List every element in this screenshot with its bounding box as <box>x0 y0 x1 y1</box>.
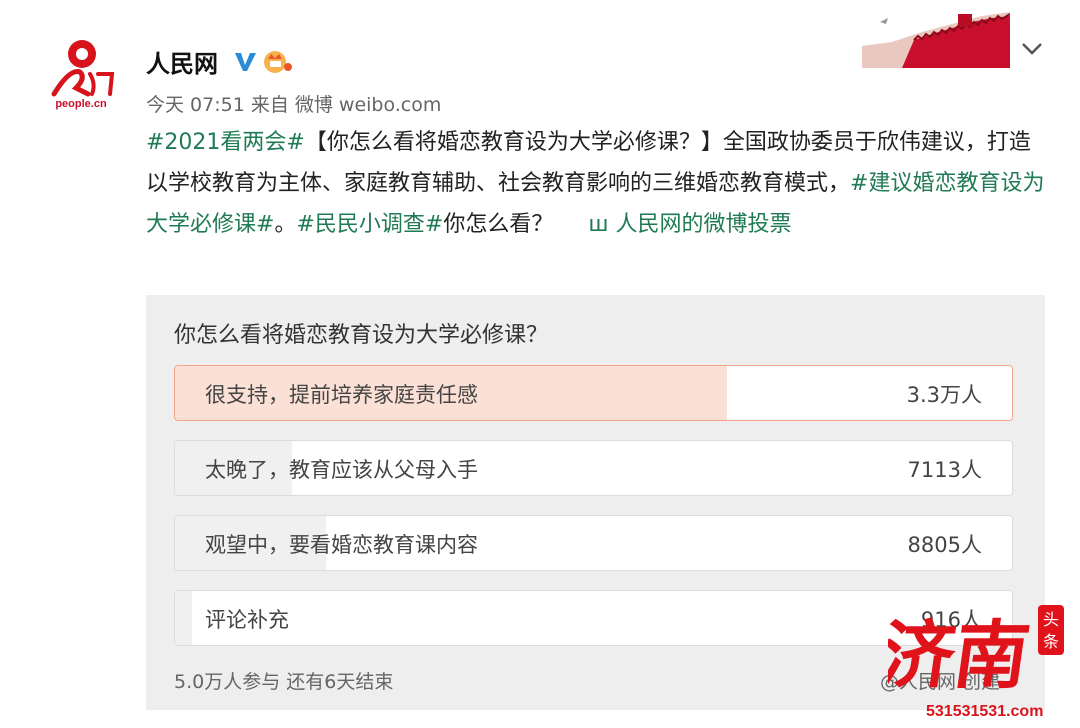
people-logo-icon <box>51 40 115 97</box>
svg-text:济南: 济南 <box>888 611 1035 699</box>
account-name[interactable]: 人民网 <box>146 44 218 79</box>
vote-link-text: 人民网的微博投票 <box>615 212 792 237</box>
post-text: #2021看两会#【你怎么看将婚恋教育设为大学必修课？】全国政协委员于欣伟建议，… <box>146 122 1046 245</box>
vote-option-label: 评论补充 <box>205 608 289 632</box>
vote-option[interactable]: 太晚了，教育应该从父母入手 7113人 <box>174 440 1013 496</box>
vote-option-count: 8805人 <box>907 533 982 557</box>
vote-link[interactable]: ш 人民网的微博投票 <box>588 212 791 237</box>
watermark-graphic-icon: 济南 头 条 <box>875 605 1064 699</box>
post-text-segment: 。 <box>274 212 297 237</box>
topic-link[interactable]: #2021看两会# <box>146 130 305 155</box>
svg-text:头: 头 <box>1043 610 1059 629</box>
vote-option-count: 7113人 <box>907 458 982 482</box>
verified-icon <box>235 53 256 71</box>
vote-link-icon: ш <box>588 212 609 237</box>
vote-question: 你怎么看将婚恋教育设为大学必修课？ <box>174 323 549 348</box>
vote-option[interactable]: 观望中，要看婚恋教育课内容 8805人 <box>174 515 1013 571</box>
vote-option-label: 太晚了，教育应该从父母入手 <box>205 458 478 482</box>
logo-text: people.cn <box>55 98 107 110</box>
post-text-segment: 你怎么看？ <box>443 212 554 237</box>
watermark-logo: 济南 头 条 531531531.com <box>875 603 1078 725</box>
topic-link[interactable]: #民民小调查# <box>296 212 443 237</box>
vote-option-label: 很支持，提前培养家庭责任感 <box>205 383 478 407</box>
vote-option[interactable]: 很支持，提前培养家庭责任感 3.3万人 <box>174 365 1013 421</box>
crown-badge-icon <box>264 51 292 73</box>
great-wall-decoration-icon <box>862 12 1010 68</box>
svg-text:条: 条 <box>1043 632 1059 651</box>
watermark-url: 531531531.com <box>926 703 1044 720</box>
vote-option-count: 3.3万人 <box>906 383 982 407</box>
vote-option-fill <box>175 591 192 645</box>
post-meta: 今天 07:51 来自 微博 weibo.com <box>146 94 442 116</box>
chevron-down-icon[interactable] <box>1018 36 1046 60</box>
vote-option-label: 观望中，要看婚恋教育课内容 <box>205 533 478 557</box>
vote-participants: 5.0万人参与 还有6天结束 <box>174 671 394 693</box>
avatar[interactable]: people.cn <box>40 38 120 118</box>
